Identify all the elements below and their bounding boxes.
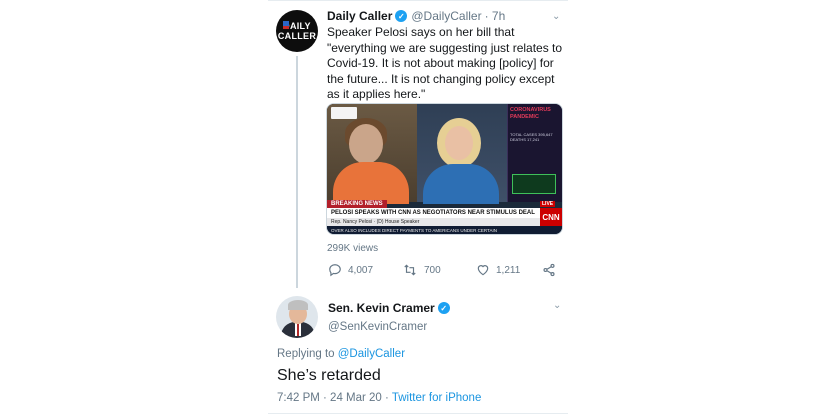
tweet1-time[interactable]: · 7h xyxy=(485,9,506,23)
tweet2-timestamp[interactable]: 7:42 PM · 24 Mar 20 · xyxy=(277,392,389,404)
like-count: 1,211 xyxy=(496,264,521,276)
retweet-button[interactable]: 700 xyxy=(402,263,476,277)
pandemic-stats: TOTAL CASES 395,647 DEATHS 17,241 xyxy=(510,132,553,142)
capitol-hill-badge xyxy=(331,107,357,119)
retweet-count: 700 xyxy=(424,264,441,276)
heart-icon xyxy=(477,265,489,276)
replying-prefix: Replying to xyxy=(277,348,335,360)
daily-caller-avatar[interactable]: DAILY CALLER xyxy=(276,10,318,52)
tweet2-source[interactable]: Twitter for iPhone xyxy=(392,392,481,404)
tweet1-text: Speaker Pelosi says on her bill that "ev… xyxy=(327,25,563,101)
top-divider xyxy=(268,0,568,1)
like-button[interactable]: 1,211 xyxy=(476,263,542,277)
retweet-icon xyxy=(404,264,416,276)
replying-to: Replying to @DailyCaller xyxy=(277,348,405,360)
tweet2-meta: 7:42 PM · 24 Mar 20 · Twitter for iPhone xyxy=(277,392,481,404)
reply-icon xyxy=(329,264,341,277)
stock-graph xyxy=(512,174,556,194)
tweet2-author-handle[interactable]: @SenKevinCramer xyxy=(328,321,427,333)
chevron-down-icon[interactable]: ⌄ xyxy=(553,300,561,311)
cnn-logo: CNN xyxy=(540,208,562,226)
flag-stripe xyxy=(283,26,289,29)
bottom-divider xyxy=(268,413,568,414)
verified-icon: ✓ xyxy=(437,302,450,314)
person-left xyxy=(349,124,383,164)
kevin-cramer-avatar[interactable] xyxy=(276,296,318,338)
pandemic-title: CORONAVIRUS PANDEMIC xyxy=(510,107,551,120)
reply-count: 4,007 xyxy=(348,264,374,276)
tweet1-header: Daily Caller ✓ @DailyCaller · 7h xyxy=(327,9,505,23)
avatar-text-line2: CALLER xyxy=(277,31,317,41)
chevron-down-icon[interactable]: ⌄ xyxy=(552,11,560,22)
tweet2-text: She’s retarded xyxy=(277,367,381,384)
live-badge: LIVE xyxy=(540,201,556,207)
view-count: 299K views xyxy=(327,243,379,254)
thread-connector xyxy=(296,56,298,288)
news-ticker: OVER ALSO INCLUDES DIRECT PAYMENTS TO AM… xyxy=(327,226,562,234)
reply-button[interactable]: 4,007 xyxy=(328,263,402,277)
share-button[interactable] xyxy=(542,263,562,277)
tweet2-author-name[interactable]: Sen. Kevin Cramer xyxy=(328,301,435,315)
person-right xyxy=(445,126,473,160)
share-icon xyxy=(543,263,555,277)
tweet1-video[interactable]: CORONAVIRUS PANDEMIC TOTAL CASES 395,647… xyxy=(326,103,563,235)
chyron-headline: PELOSI SPEAKS WITH CNN AS NEGOTIATORS NE… xyxy=(327,208,562,218)
tweet1-actions: 4,007 700 1,211 xyxy=(328,263,562,277)
tweet2-author: Sen. Kevin Cramer ✓ xyxy=(328,301,454,315)
chyron-subline: Rep. Nancy Pelosi · (D) House Speaker xyxy=(327,218,562,226)
verified-icon: ✓ xyxy=(395,10,408,22)
tweet1-author-handle[interactable]: @DailyCaller xyxy=(411,9,481,23)
replying-to-link[interactable]: @DailyCaller xyxy=(338,348,405,360)
tweet1-author-name[interactable]: Daily Caller xyxy=(327,9,392,23)
